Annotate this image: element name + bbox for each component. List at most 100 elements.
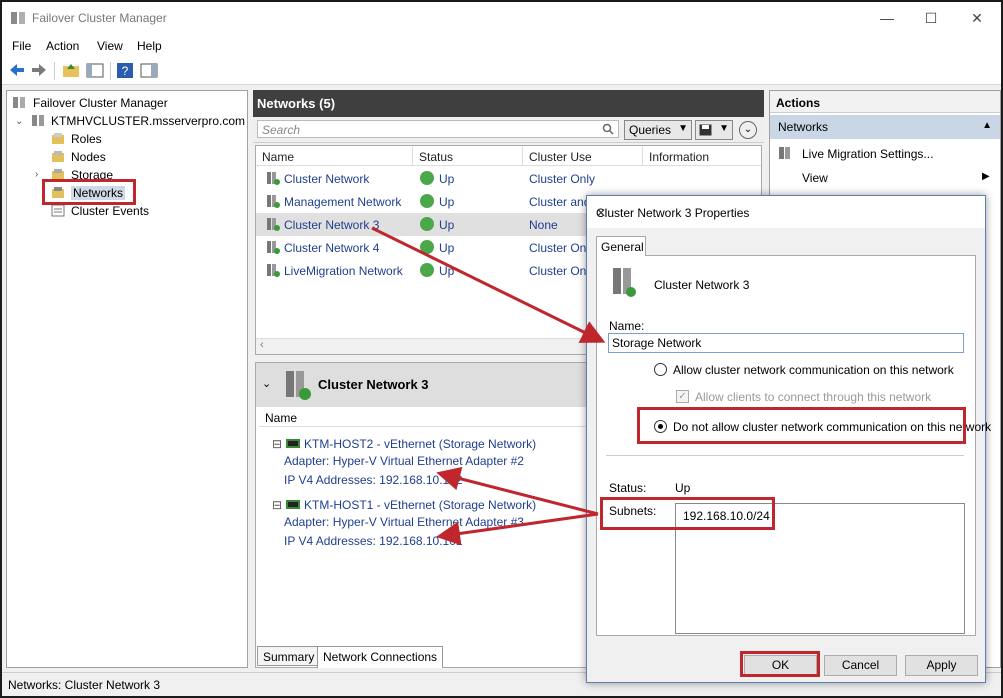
chevron-down-icon[interactable]: ⌄	[15, 116, 23, 127]
highlight-do-not-allow	[637, 407, 966, 444]
network-name-field[interactable]: Storage Network	[608, 333, 964, 353]
row-name: Cluster Network	[284, 172, 370, 186]
save-query-button[interactable]: ▼	[695, 120, 733, 140]
nodes-icon	[52, 151, 64, 162]
collapse-box-icon[interactable]: ⊟	[272, 498, 282, 512]
row-cluster-use: None	[529, 218, 558, 232]
action-live-migration-settings[interactable]: Live Migration Settings...	[802, 147, 933, 161]
search-row: Search Queries ▼ ▼ ⌄	[253, 117, 764, 143]
tree-root[interactable]: Failover Cluster Manager	[33, 96, 168, 110]
tree-item-cluster-events[interactable]: Cluster Events	[71, 204, 149, 218]
tab-summary[interactable]: Summary	[257, 646, 321, 666]
row-name: Cluster Network 4	[284, 241, 380, 255]
row-status: Up	[439, 218, 455, 232]
status-up-icon	[420, 194, 434, 208]
actions-section-label: Networks	[778, 120, 829, 134]
tree-cluster[interactable]: KTMHVCLUSTER.msserverpro.com	[51, 114, 245, 128]
roles-icon	[52, 133, 64, 144]
chevron-right-icon[interactable]: ›	[35, 169, 38, 180]
checkbox-clients-label: Allow clients to connect through this ne…	[695, 390, 932, 404]
apply-button[interactable]: Apply	[905, 655, 978, 676]
adapter-icon	[286, 500, 300, 509]
menu-view[interactable]: View	[97, 39, 123, 53]
status-up-icon	[420, 217, 434, 231]
tab-general[interactable]: General	[596, 236, 646, 256]
actions-header: Actions	[770, 91, 1000, 113]
column-status[interactable]: Status	[413, 146, 523, 166]
minimize-button[interactable]: —	[872, 8, 902, 28]
folder-up-icon[interactable]	[62, 62, 80, 79]
menu-action[interactable]: Action	[46, 39, 79, 53]
menu-bar: File Action View Help	[2, 35, 1001, 57]
highlight-ok	[740, 651, 820, 677]
maximize-button[interactable]: ☐	[916, 8, 946, 28]
row-status: Up	[439, 195, 455, 209]
dropdown-arrow-icon: ▼	[678, 123, 688, 134]
network-icon	[267, 241, 280, 254]
close-button[interactable]: ✕	[962, 8, 992, 28]
back-arrow-icon[interactable]	[8, 62, 26, 79]
status-up-icon	[420, 263, 434, 277]
action-view[interactable]: View	[802, 171, 828, 185]
column-name[interactable]: Name	[256, 146, 413, 166]
search-icon[interactable]	[602, 123, 614, 135]
dialog-title-bar: Cluster Network 3 Properties ✕	[587, 196, 985, 228]
cancel-button[interactable]: Cancel	[824, 655, 897, 676]
menu-file[interactable]: File	[12, 39, 31, 53]
detail-host: KTM-HOST2 - vEthernet (Storage Network)	[304, 437, 537, 451]
row-status: Up	[439, 172, 455, 186]
cluster-events-icon	[51, 204, 65, 217]
name-label: Name:	[609, 319, 645, 333]
title-bar: Failover Cluster Manager — ☐ ✕	[2, 2, 1001, 35]
tab-network-connections[interactable]: Network Connections	[317, 646, 444, 668]
queries-label: Queries	[629, 123, 672, 137]
svg-text:?: ?	[122, 64, 129, 78]
tree-item-nodes[interactable]: Nodes	[71, 150, 106, 164]
row-cluster-use: Cluster Only	[529, 172, 596, 186]
collapse-box-icon[interactable]: ⊟	[272, 437, 282, 451]
actions-section[interactable]: Networks ▲	[770, 115, 1000, 139]
tree-item-roles[interactable]: Roles	[71, 132, 102, 146]
checkbox-allow-clients[interactable]: ✓	[676, 390, 689, 403]
detail-column-name[interactable]: Name	[259, 409, 599, 427]
dropdown-arrow-icon: ▼	[719, 123, 729, 134]
status-value: Up	[675, 481, 691, 495]
dialog-close-icon[interactable]: ✕	[596, 206, 975, 220]
highlight-networks	[42, 179, 136, 205]
toolbar-separator	[54, 62, 55, 80]
row-name: Management Network	[284, 195, 402, 209]
radio-allow-label: Allow cluster network communication on t…	[673, 363, 954, 377]
save-icon	[699, 124, 712, 136]
expand-collapse-icon[interactable]: ⌄	[739, 121, 757, 139]
status-text: Networks: Cluster Network 3	[8, 678, 161, 692]
row-name: Cluster Network 3	[284, 218, 380, 232]
table-row[interactable]: Cluster Network Up Cluster Only	[256, 167, 761, 190]
network-icon	[267, 218, 280, 231]
cluster-manager-icon	[11, 12, 25, 24]
row-status: Up	[439, 241, 455, 255]
queries-button[interactable]: Queries ▼	[624, 120, 692, 140]
collapse-chevron-icon[interactable]: ⌄	[262, 377, 271, 390]
search-input[interactable]: Search	[257, 120, 619, 138]
menu-help[interactable]: Help	[137, 39, 162, 53]
show-hide-tree-icon[interactable]	[86, 62, 104, 79]
detail-ip: IP V4 Addresses: 192.168.10.101	[284, 534, 463, 548]
detail-title: Cluster Network 3	[318, 377, 429, 392]
detail-ip: IP V4 Addresses: 192.168.10.102	[284, 473, 463, 487]
submenu-arrow-icon: ▶	[982, 171, 990, 182]
dialog-network-name: Cluster Network 3	[654, 278, 750, 292]
network-icon	[267, 264, 280, 277]
pane-header: Networks (5)	[253, 90, 764, 117]
collapse-up-icon[interactable]: ▲	[982, 120, 992, 131]
column-cluster-use[interactable]: Cluster Use	[523, 146, 643, 166]
help-icon[interactable]: ?	[116, 62, 134, 79]
column-information[interactable]: Information	[643, 146, 761, 166]
scroll-left-icon[interactable]: ‹	[260, 339, 264, 351]
row-name: LiveMigration Network	[284, 264, 403, 278]
failover-manager-icon	[13, 97, 25, 108]
show-action-pane-icon[interactable]	[140, 62, 158, 79]
network-large-icon	[613, 268, 636, 297]
dialog-divider	[606, 455, 964, 456]
radio-allow-cluster[interactable]	[654, 363, 667, 376]
forward-arrow-icon[interactable]	[30, 62, 48, 79]
